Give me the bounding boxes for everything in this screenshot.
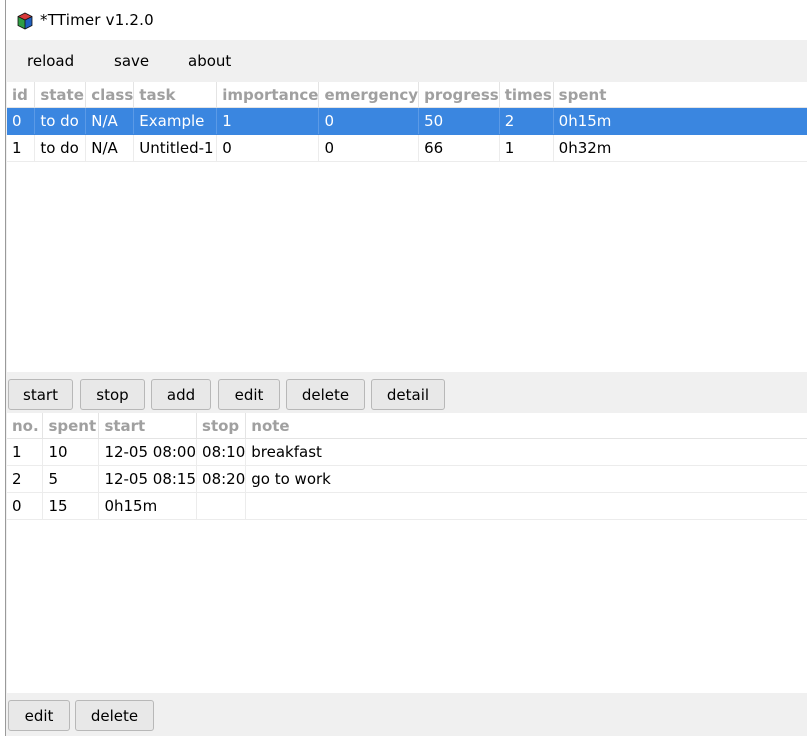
task-row[interactable]: 1 to do N/A Untitled-1 0 0 66 1 0h32m bbox=[7, 134, 807, 162]
edit-session-button[interactable]: edit bbox=[8, 700, 70, 731]
cell-progress[interactable]: 66 bbox=[418, 134, 500, 162]
session-table-panel: no. spent start stop note 1 10 12-05 08:… bbox=[7, 413, 807, 693]
column-header-progress[interactable]: progress bbox=[418, 82, 500, 108]
delete-session-button[interactable]: delete bbox=[75, 700, 154, 731]
cell-task[interactable]: Example bbox=[133, 107, 218, 135]
cell-importance[interactable]: 1 bbox=[216, 107, 320, 135]
cell-stop[interactable]: 08:20 bbox=[196, 465, 247, 493]
edit-task-button[interactable]: edit bbox=[218, 379, 280, 410]
delete-task-button[interactable]: delete bbox=[286, 379, 365, 410]
menu-about[interactable]: about bbox=[188, 52, 231, 70]
window-title: *TTimer v1.2.0 bbox=[40, 11, 154, 29]
cell-no[interactable]: 1 bbox=[7, 438, 44, 466]
cell-spent[interactable]: 0h32m bbox=[553, 134, 807, 162]
stop-button[interactable]: stop bbox=[80, 379, 145, 410]
cell-times[interactable]: 1 bbox=[499, 134, 554, 162]
column-header-no[interactable]: no. bbox=[7, 413, 44, 439]
title-bar: *TTimer v1.2.0 bbox=[6, 0, 807, 40]
cell-spent[interactable]: 0h15m bbox=[553, 107, 807, 135]
column-header-id[interactable]: id bbox=[7, 82, 36, 108]
column-header-stop[interactable]: stop bbox=[196, 413, 247, 439]
cell-start[interactable]: 12-05 08:00 bbox=[98, 438, 198, 466]
menu-reload[interactable]: reload bbox=[27, 52, 74, 70]
column-header-start[interactable]: start bbox=[98, 413, 198, 439]
task-table-panel: id state class task importance emergency… bbox=[7, 82, 807, 372]
session-button-bar: edit delete bbox=[7, 693, 807, 736]
cell-id[interactable]: 0 bbox=[7, 107, 36, 135]
cell-spent[interactable]: 10 bbox=[42, 438, 100, 466]
task-table: id state class task importance emergency… bbox=[7, 82, 807, 162]
cell-start[interactable]: 12-05 08:15 bbox=[98, 465, 198, 493]
cell-note[interactable]: go to work bbox=[245, 465, 807, 493]
session-row[interactable]: 1 10 12-05 08:00 08:10 breakfast bbox=[7, 438, 807, 466]
task-button-bar: start stop add edit delete detail bbox=[7, 372, 807, 413]
column-header-times[interactable]: times bbox=[499, 82, 554, 108]
column-header-class[interactable]: class bbox=[85, 82, 135, 108]
cell-note[interactable]: breakfast bbox=[245, 438, 807, 466]
column-header-state[interactable]: state bbox=[34, 82, 87, 108]
cell-task[interactable]: Untitled-1 bbox=[133, 134, 218, 162]
cell-stop[interactable]: 08:10 bbox=[196, 438, 247, 466]
menu-bar: reload save about bbox=[6, 40, 807, 82]
cube-app-icon bbox=[17, 12, 33, 30]
cell-no[interactable]: 0 bbox=[7, 492, 44, 520]
cell-state[interactable]: to do bbox=[34, 107, 87, 135]
column-header-spent[interactable]: spent bbox=[553, 82, 807, 108]
cell-id[interactable]: 1 bbox=[7, 134, 36, 162]
cell-spent[interactable]: 5 bbox=[42, 465, 100, 493]
start-button[interactable]: start bbox=[8, 379, 73, 410]
task-row-selected[interactable]: 0 to do N/A Example 1 0 50 2 0h15m bbox=[7, 107, 807, 135]
cell-emergency[interactable]: 0 bbox=[318, 134, 420, 162]
session-row[interactable]: 2 5 12-05 08:15 08:20 go to work bbox=[7, 465, 807, 493]
cell-stop[interactable] bbox=[196, 492, 247, 520]
cell-emergency[interactable]: 0 bbox=[318, 107, 420, 135]
task-table-header: id state class task importance emergency… bbox=[7, 82, 807, 108]
column-header-spent[interactable]: spent bbox=[42, 413, 100, 439]
app-window: *TTimer v1.2.0 reload save about id stat… bbox=[5, 0, 807, 736]
column-header-emergency[interactable]: emergency bbox=[318, 82, 420, 108]
cell-progress[interactable]: 50 bbox=[418, 107, 500, 135]
detail-button[interactable]: detail bbox=[371, 379, 445, 410]
cell-importance[interactable]: 0 bbox=[216, 134, 320, 162]
cell-note[interactable] bbox=[245, 492, 807, 520]
column-header-note[interactable]: note bbox=[245, 413, 807, 439]
cell-no[interactable]: 2 bbox=[7, 465, 44, 493]
add-button[interactable]: add bbox=[151, 379, 211, 410]
session-total-row[interactable]: 0 15 0h15m bbox=[7, 492, 807, 520]
session-table-header: no. spent start stop note bbox=[7, 413, 807, 439]
cell-spent[interactable]: 15 bbox=[42, 492, 100, 520]
menu-save[interactable]: save bbox=[114, 52, 149, 70]
cell-class[interactable]: N/A bbox=[85, 107, 135, 135]
cell-state[interactable]: to do bbox=[34, 134, 87, 162]
cell-class[interactable]: N/A bbox=[85, 134, 135, 162]
cell-times[interactable]: 2 bbox=[499, 107, 554, 135]
cell-start[interactable]: 0h15m bbox=[98, 492, 198, 520]
session-table: no. spent start stop note 1 10 12-05 08:… bbox=[7, 413, 807, 520]
column-header-task[interactable]: task bbox=[133, 82, 218, 108]
column-header-importance[interactable]: importance bbox=[216, 82, 320, 108]
